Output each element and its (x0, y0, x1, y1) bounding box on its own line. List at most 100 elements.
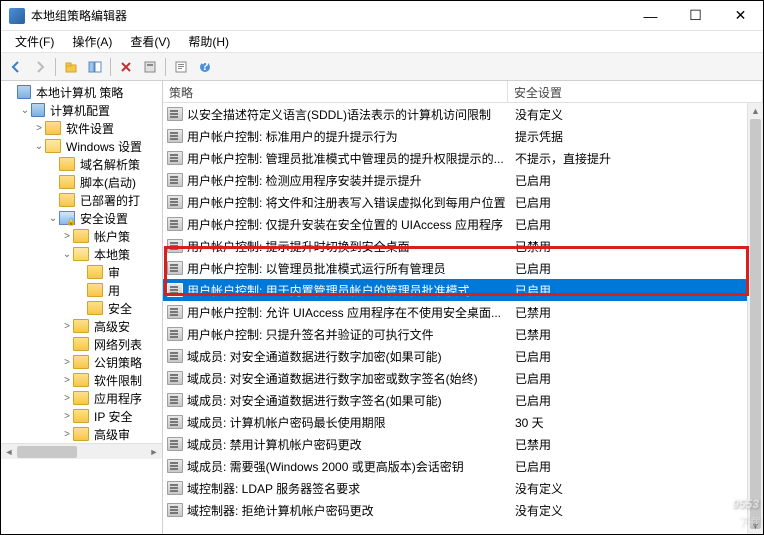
tree-label: 软件设置 (64, 120, 114, 137)
tree-node[interactable]: ⌄本地策 (1, 245, 162, 263)
list-row[interactable]: 用户帐户控制: 标准用户的提升提示行为提示凭据 (163, 125, 763, 147)
menu-view[interactable]: 查看(V) (122, 31, 178, 52)
tree-node[interactable]: 用 (1, 281, 162, 299)
forward-button[interactable] (29, 56, 51, 78)
tree-toggle-icon[interactable]: ⌄ (61, 249, 73, 260)
export-button[interactable] (139, 56, 161, 78)
cell-policy: 域控制器: 拒绝计算机帐户密码更改 (187, 502, 515, 519)
cell-policy: 以安全描述符定义语言(SDDL)语法表示的计算机访问限制 (187, 106, 515, 123)
tree-toggle-icon[interactable]: > (61, 357, 73, 368)
scroll-down[interactable]: ▼ (748, 518, 763, 534)
folder-icon (31, 103, 45, 117)
window-title: 本地组策略编辑器 (31, 7, 628, 24)
folder-icon (87, 265, 103, 279)
tree-toggle-icon[interactable]: > (61, 411, 73, 422)
tree-toggle-icon[interactable]: > (61, 231, 73, 242)
tree-node[interactable]: ⌄计算机配置 (1, 101, 162, 119)
menu-action[interactable]: 操作(A) (64, 31, 120, 52)
folder-icon (45, 121, 61, 135)
cell-setting: 已禁用 (515, 304, 759, 321)
column-security-setting[interactable]: 安全设置 (508, 81, 763, 102)
list-row[interactable]: 以安全描述符定义语言(SDDL)语法表示的计算机访问限制没有定义 (163, 103, 763, 125)
list-row[interactable]: 用户帐户控制: 用于内置管理员帐户的管理员批准模式已启用 (163, 279, 763, 301)
tree-node[interactable]: 域名解析策 (1, 155, 162, 173)
list-row[interactable]: 域成员: 对安全通道数据进行数字签名(如果可能)已启用 (163, 389, 763, 411)
list-row[interactable]: 域控制器: LDAP 服务器签名要求没有定义 (163, 477, 763, 499)
list-row[interactable]: 域成员: 计算机帐户密码最长使用期限30 天 (163, 411, 763, 433)
list-row[interactable]: 用户帐户控制: 将文件和注册表写入错误虚拟化到每用户位置已启用 (163, 191, 763, 213)
app-icon (9, 8, 25, 24)
vertical-scrollbar[interactable]: ▲ ▼ (747, 103, 763, 534)
tree-toggle-icon[interactable]: ⌄ (33, 141, 45, 152)
list-row[interactable]: 域成员: 对安全通道数据进行数字加密(如果可能)已启用 (163, 345, 763, 367)
show-hide-button[interactable] (84, 56, 106, 78)
column-policy[interactable]: 策略 (163, 81, 508, 102)
scroll-thumb[interactable] (750, 119, 761, 529)
close-button[interactable]: ✕ (718, 1, 763, 30)
tree-node[interactable]: ⌄ Windows 设置 (1, 137, 162, 155)
tree-toggle-icon[interactable]: > (61, 321, 73, 332)
folder-icon (73, 229, 89, 243)
tree-scroll-thumb[interactable] (17, 446, 77, 458)
policy-icon (167, 503, 183, 517)
tree-node[interactable]: 安全 (1, 299, 162, 317)
tree-node[interactable]: > 软件设置 (1, 119, 162, 137)
tree-toggle-icon[interactable]: > (61, 393, 73, 404)
list-row[interactable]: 用户帐户控制: 管理员批准模式中管理员的提升权限提示的...不提示，直接提升 (163, 147, 763, 169)
tree-node[interactable]: 脚本(启动) (1, 173, 162, 191)
policy-icon (167, 151, 183, 165)
tree-node[interactable]: >高级审 (1, 425, 162, 443)
list-row[interactable]: 域控制器: 拒绝计算机帐户密码更改没有定义 (163, 499, 763, 521)
tree-node[interactable]: 已部署的打 (1, 191, 162, 209)
tree-toggle-icon[interactable]: ⌄ (47, 213, 59, 224)
tree-toggle-icon[interactable]: ⌄ (19, 105, 31, 116)
list-row[interactable]: 用户帐户控制: 提示提升时切换到安全桌面已禁用 (163, 235, 763, 257)
tree-node[interactable]: >公钥策略 (1, 353, 162, 371)
tree-node[interactable]: 本地计算机 策略 (1, 83, 162, 101)
tree-node[interactable]: > IP 安全 (1, 407, 162, 425)
tree-toggle-icon[interactable]: > (33, 123, 45, 134)
tree-node[interactable]: >高级安 (1, 317, 162, 335)
tree-node[interactable]: >帐户策 (1, 227, 162, 245)
list-row[interactable]: 用户帐户控制: 只提升签名并验证的可执行文件已禁用 (163, 323, 763, 345)
tree-node[interactable]: >应用程序 (1, 389, 162, 407)
cell-setting: 已启用 (515, 370, 759, 387)
folder-icon (45, 139, 61, 153)
tree-label: 用 (106, 282, 120, 299)
cell-setting: 已禁用 (515, 326, 759, 343)
maximize-button[interactable]: ☐ (673, 1, 718, 30)
cell-policy: 域成员: 对安全通道数据进行数字签名(如果可能) (187, 392, 515, 409)
menu-help[interactable]: 帮助(H) (180, 31, 237, 52)
tree-label: Windows 设置 (64, 138, 142, 155)
tree-label: 安全设置 (78, 210, 128, 227)
up-button[interactable] (60, 56, 82, 78)
tree-node[interactable]: >软件限制 (1, 371, 162, 389)
tree-label: IP 安全 (92, 408, 132, 425)
minimize-button[interactable]: — (628, 1, 673, 30)
delete-button[interactable] (115, 56, 137, 78)
list-row[interactable]: 用户帐户控制: 仅提升安装在安全位置的 UIAccess 应用程序已启用 (163, 213, 763, 235)
tree-scroll-right[interactable]: ► (146, 447, 162, 457)
list-row[interactable]: 用户帐户控制: 以管理员批准模式运行所有管理员已启用 (163, 257, 763, 279)
tree-scroll-left[interactable]: ◄ (1, 447, 17, 457)
cell-policy: 用户帐户控制: 允许 UIAccess 应用程序在不使用安全桌面... (187, 304, 515, 321)
tree-toggle-icon[interactable]: > (61, 375, 73, 386)
list-row[interactable]: 域成员: 禁用计算机帐户密码更改已禁用 (163, 433, 763, 455)
tree-node[interactable]: 审 (1, 263, 162, 281)
tree-node[interactable]: 网络列表 (1, 335, 162, 353)
list-row[interactable]: 用户帐户控制: 允许 UIAccess 应用程序在不使用安全桌面...已禁用 (163, 301, 763, 323)
menu-file[interactable]: 文件(F) (7, 31, 62, 52)
tree-panel[interactable]: 本地计算机 策略⌄计算机配置 > 软件设置 ⌄ Windows 设置域名解析策脚本(启动… (1, 81, 163, 534)
tree-toggle-icon[interactable]: > (61, 429, 73, 440)
list-row[interactable]: 用户帐户控制: 检测应用程序安装并提示提升已启用 (163, 169, 763, 191)
tree-node[interactable]: ⌄ 安全设置 (1, 209, 162, 227)
back-button[interactable] (5, 56, 27, 78)
cell-setting: 30 天 (515, 414, 759, 431)
list-row[interactable]: 域成员: 对安全通道数据进行数字加密或数字签名(始终)已启用 (163, 367, 763, 389)
list-row[interactable]: 域成员: 需要强(Windows 2000 或更高版本)会话密钥已启用 (163, 455, 763, 477)
scroll-up[interactable]: ▲ (748, 103, 763, 119)
properties-button[interactable] (170, 56, 192, 78)
help-button[interactable]: ? (194, 56, 216, 78)
list-body[interactable]: 以安全描述符定义语言(SDDL)语法表示的计算机访问限制没有定义用户帐户控制: … (163, 103, 763, 534)
cell-policy: 用户帐户控制: 仅提升安装在安全位置的 UIAccess 应用程序 (187, 216, 515, 233)
